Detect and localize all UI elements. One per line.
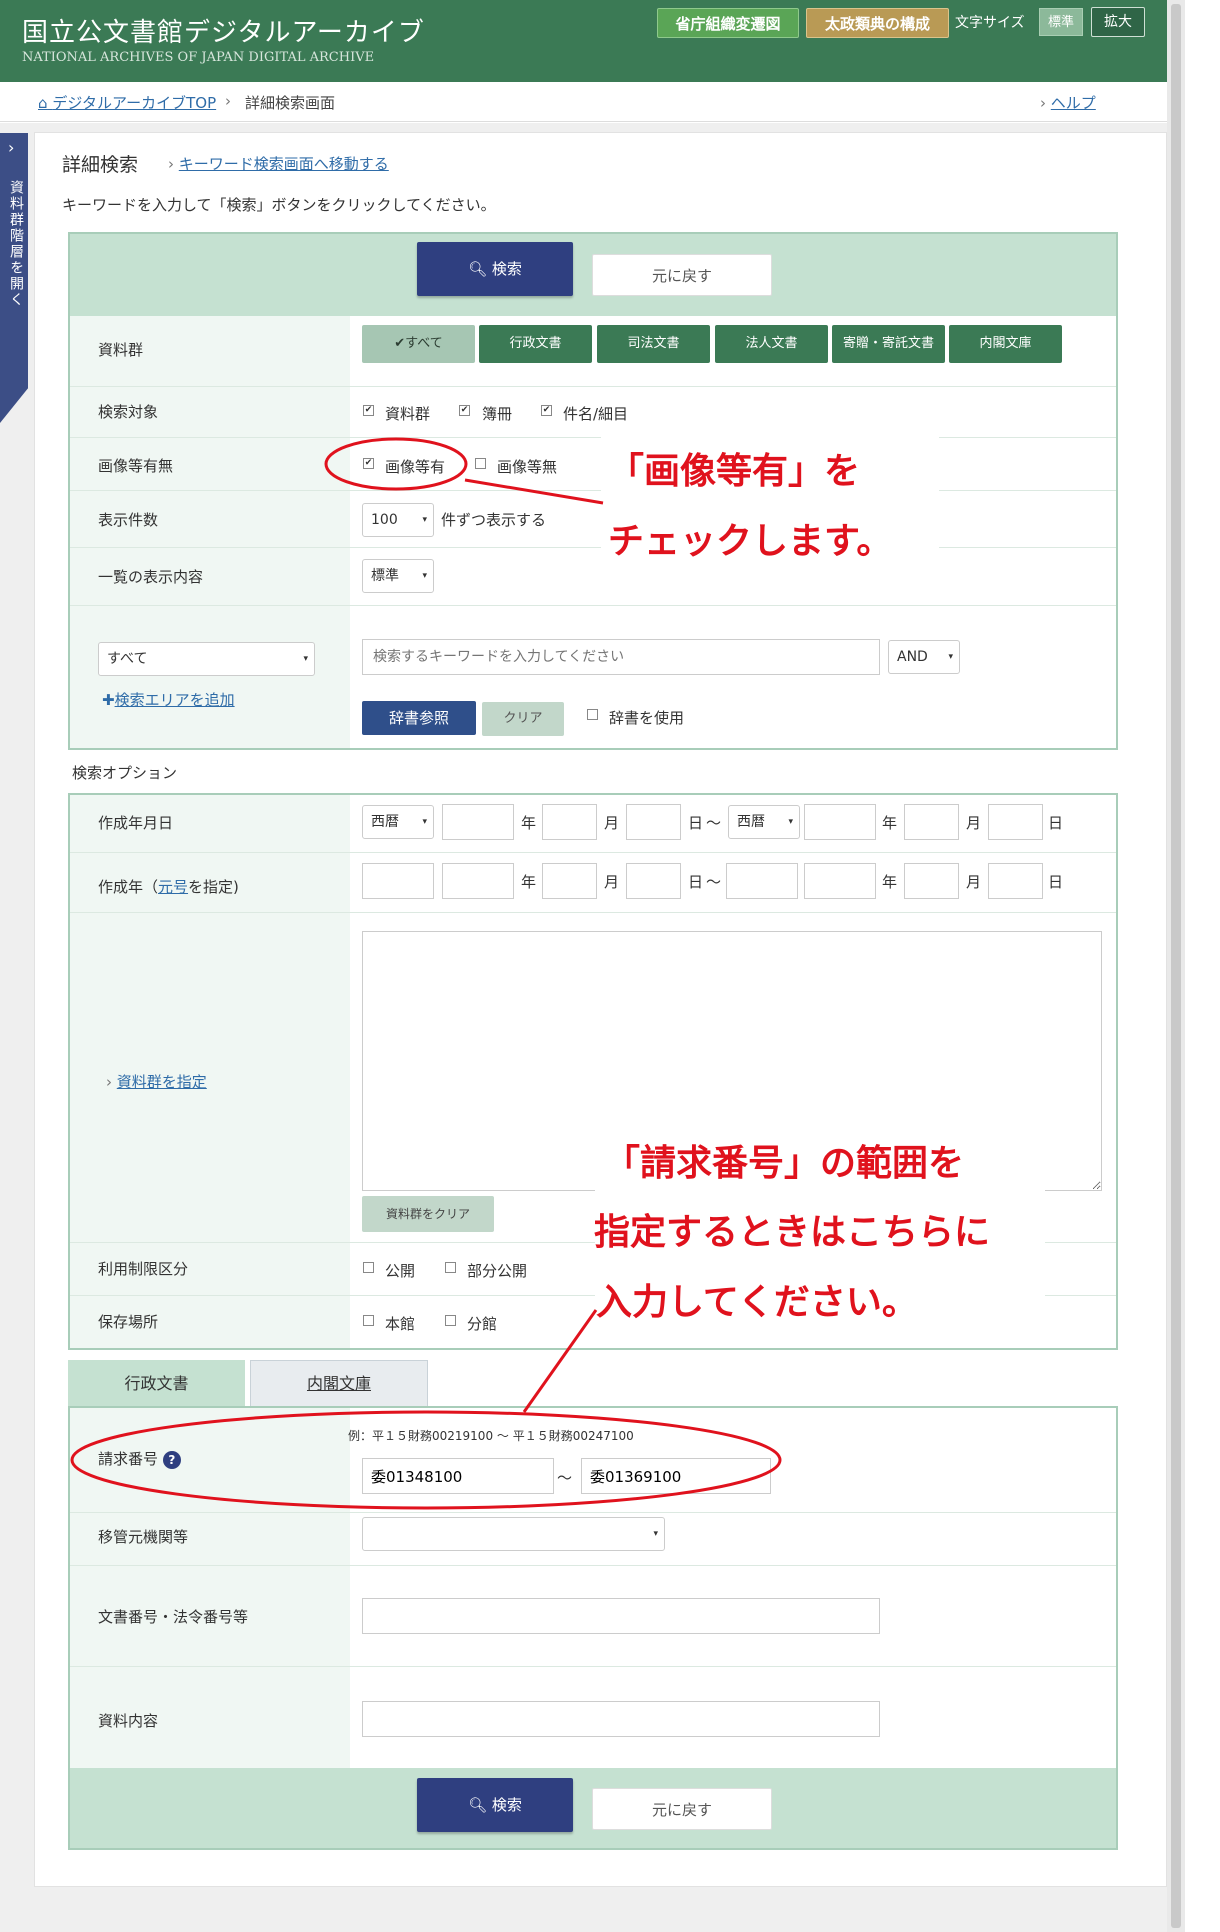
annotation-overlay (70, 437, 782, 1510)
annotation-ellipse-request-number (70, 1410, 782, 1510)
annotation-circle-image-checkbox (324, 437, 468, 491)
annotation-pointer-2 (522, 1309, 598, 1413)
annotation-pointer-1 (464, 478, 604, 505)
